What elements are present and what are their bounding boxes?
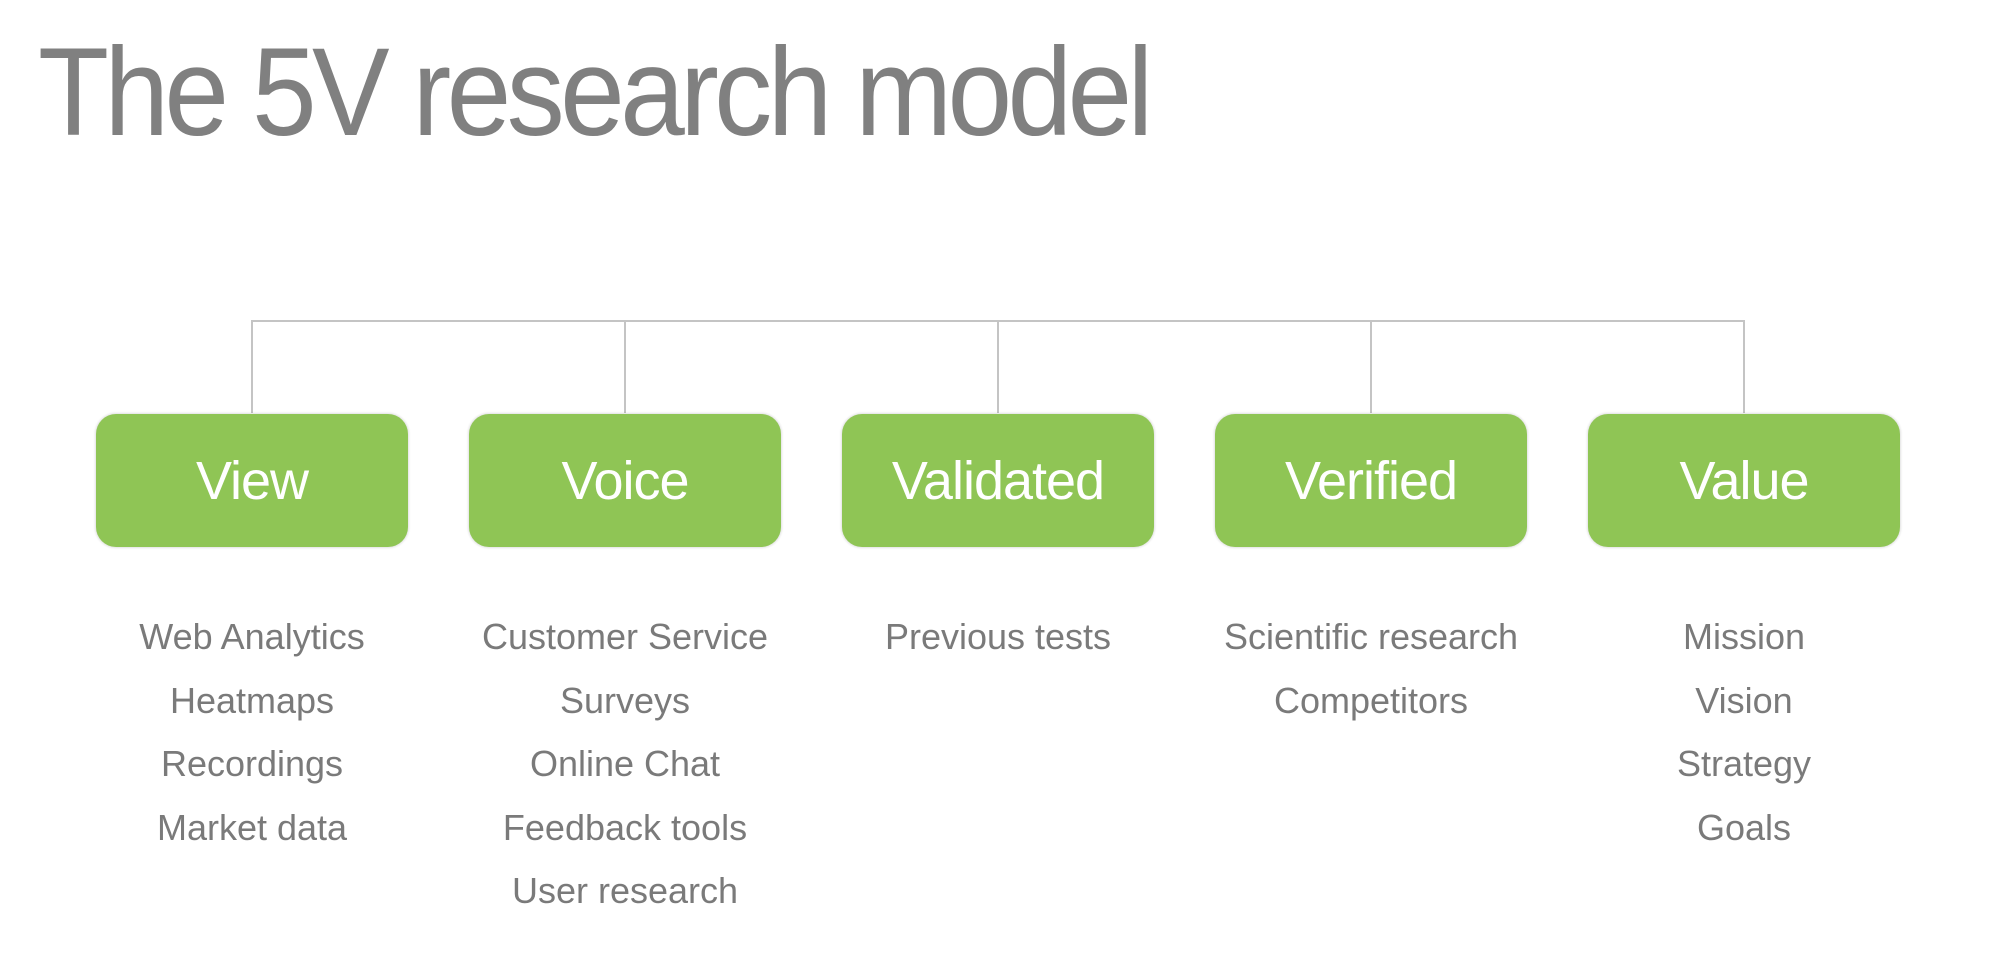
- list-item: Vision: [1695, 679, 1793, 721]
- category-box: Verified: [1215, 414, 1527, 547]
- connector-vertical-line: [997, 320, 999, 413]
- list-item: Online Chat: [529, 743, 721, 784]
- list-item: Recordings: [160, 743, 344, 784]
- category-label: Voice: [561, 450, 689, 511]
- category-label: Validated: [891, 450, 1105, 511]
- category-box: Voice: [469, 414, 781, 547]
- category-item-list: Customer Service Surveys Online Chat Feedba…: [425, 605, 825, 923]
- category-box: Value: [1588, 414, 1900, 547]
- list-item: Heatmaps: [169, 679, 335, 721]
- list-item: Surveys: [559, 679, 691, 721]
- category-box: Validated: [842, 414, 1154, 547]
- list-item: Customer Service: [481, 616, 769, 657]
- list-item: Goals: [1696, 806, 1792, 848]
- category-item-list: Scientific research Competitors: [1171, 605, 1571, 732]
- connector-vertical-line: [1370, 320, 1372, 413]
- category-item-list: Web Analytics Heatmaps Recordings Market da…: [52, 605, 452, 859]
- category-label: Value: [1679, 450, 1809, 511]
- connector-vertical-line: [624, 320, 626, 413]
- category-item-list: Previous tests: [798, 605, 1198, 669]
- connector-vertical-line: [1743, 320, 1745, 413]
- list-item: Strategy: [1676, 743, 1812, 784]
- connector-vertical-line: [251, 320, 253, 413]
- list-item: User research: [511, 870, 739, 911]
- list-item: Feedback tools: [502, 806, 748, 848]
- category-label: Verified: [1284, 450, 1458, 511]
- page-title: The 5V research model: [38, 23, 1153, 162]
- category-label: View: [195, 450, 309, 511]
- list-item: Competitors: [1273, 679, 1469, 721]
- list-item: Mission: [1682, 616, 1806, 657]
- list-item: Market data: [156, 806, 348, 848]
- list-item: Web Analytics: [139, 616, 365, 657]
- category-item-list: Mission Vision Strategy Goals: [1544, 605, 1944, 859]
- list-item: Previous tests: [884, 616, 1112, 657]
- list-item: Scientific research: [1223, 616, 1519, 657]
- category-box: View: [96, 414, 408, 547]
